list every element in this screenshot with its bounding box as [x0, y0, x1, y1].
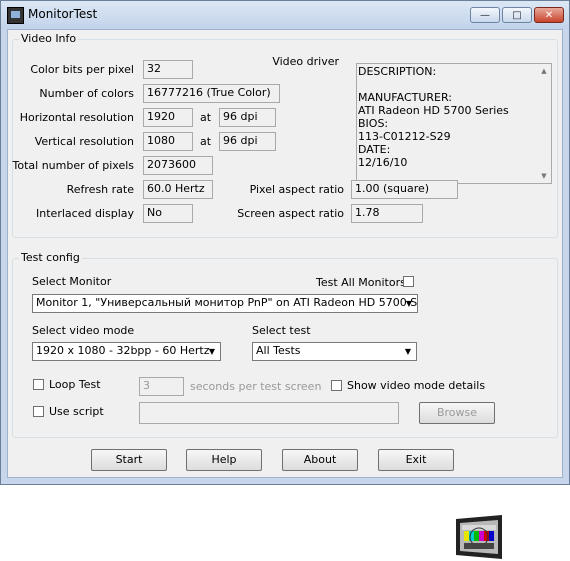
v-at-label: at — [200, 135, 212, 148]
chevron-down-icon: ▼ — [208, 347, 216, 356]
video-driver-label: Video driver — [272, 55, 339, 68]
num-colors-label: Number of colors — [39, 87, 134, 100]
video-info-legend: Video Info — [19, 32, 79, 45]
video-mode-value: 1920 x 1080 - 32bpp - 60 Hertz — [36, 344, 210, 357]
video-info-group: Video Info Color bits per pixel 32 Numbe… — [12, 32, 558, 238]
driver-scrollbar[interactable]: ▲ ▼ — [537, 64, 551, 183]
test-all-monitors-label: Test All Monitors — [316, 276, 406, 289]
browse-button[interactable]: Browse — [419, 402, 495, 424]
h-res-label: Horizontal resolution — [19, 111, 134, 124]
test-select-value: All Tests — [256, 344, 301, 357]
show-details-label: Show video mode details — [347, 379, 486, 392]
pixel-aspect-label: Pixel aspect ratio — [249, 183, 344, 196]
h-dpi-value: 96 dpi — [219, 108, 276, 127]
close-button[interactable]: ✕ — [534, 7, 564, 23]
seconds-label: seconds per test screen — [190, 380, 322, 393]
help-button[interactable]: Help — [186, 449, 262, 471]
total-pixels-value: 2073600 — [143, 156, 213, 175]
select-video-mode-label: Select video mode — [32, 324, 135, 337]
num-colors-value: 16777216 (True Color) — [143, 84, 280, 103]
interlaced-label: Interlaced display — [36, 207, 134, 220]
test-all-monitors-checkbox[interactable] — [403, 276, 414, 287]
total-pixels-label: Total number of pixels — [12, 159, 134, 172]
exit-button[interactable]: Exit — [378, 449, 454, 471]
test-select[interactable]: All Tests ▼ — [252, 342, 417, 361]
v-res-label: Vertical resolution — [34, 135, 134, 148]
title-bar[interactable]: MonitorTest — □ ✕ — [1, 1, 569, 29]
screen-aspect-label: Screen aspect ratio — [237, 207, 344, 220]
video-driver-text: DESCRIPTION: MANUFACTURER: ATI Radeon HD… — [358, 65, 509, 169]
main-window: MonitorTest — □ ✕ Video Info Color bits … — [0, 0, 570, 559]
chevron-down-icon: ▼ — [405, 299, 413, 308]
monitor-select[interactable]: Monitor 1, "Универсальный монитор PnP" o… — [32, 294, 418, 313]
v-res-value: 1080 — [143, 132, 193, 151]
window-title: MonitorTest — [28, 7, 98, 21]
interlaced-value: No — [143, 204, 193, 223]
test-config-legend: Test config — [19, 251, 82, 264]
h-res-value: 1920 — [143, 108, 193, 127]
v-dpi-value: 96 dpi — [219, 132, 276, 151]
minimize-button[interactable]: — — [470, 7, 500, 23]
color-bits-value: 32 — [143, 60, 193, 79]
monitor-select-value: Monitor 1, "Универсальный монитор PnP" o… — [36, 296, 418, 309]
refresh-rate-label: Refresh rate — [66, 183, 134, 196]
video-driver-memo[interactable]: DESCRIPTION: MANUFACTURER: ATI Radeon HD… — [356, 63, 552, 184]
video-mode-select[interactable]: 1920 x 1080 - 32bpp - 60 Hertz ▼ — [32, 342, 221, 361]
scroll-up-icon[interactable]: ▲ — [537, 64, 551, 78]
use-script-label: Use script — [49, 405, 104, 418]
screen-aspect-value: 1.78 — [351, 204, 423, 223]
monitor-test-pattern-icon — [456, 515, 502, 559]
h-at-label: at — [200, 111, 212, 124]
refresh-rate-value: 60.0 Hertz — [143, 180, 213, 199]
test-config-group: Test config Select Monitor Test All Moni… — [12, 251, 558, 559]
pixel-aspect-value: 1.00 (square) — [351, 180, 458, 199]
start-button[interactable]: Start — [91, 449, 167, 471]
about-button[interactable]: About — [282, 449, 358, 471]
loop-test-label: Loop Test — [49, 378, 101, 391]
script-path-input[interactable] — [139, 402, 399, 424]
maximize-button[interactable]: □ — [502, 7, 532, 23]
loop-test-checkbox[interactable] — [33, 379, 44, 390]
scroll-down-icon[interactable]: ▼ — [537, 169, 551, 183]
select-test-label: Select test — [252, 324, 311, 337]
app-monitor-icon — [7, 7, 24, 24]
client-area: Video Info Color bits per pixel 32 Numbe… — [7, 29, 563, 559]
color-bits-label: Color bits per pixel — [30, 63, 134, 76]
seconds-input[interactable]: 3 — [139, 377, 184, 396]
select-monitor-label: Select Monitor — [32, 275, 112, 288]
chevron-down-icon: ▼ — [404, 347, 412, 356]
use-script-checkbox[interactable] — [33, 406, 44, 417]
show-details-checkbox[interactable] — [331, 380, 342, 391]
